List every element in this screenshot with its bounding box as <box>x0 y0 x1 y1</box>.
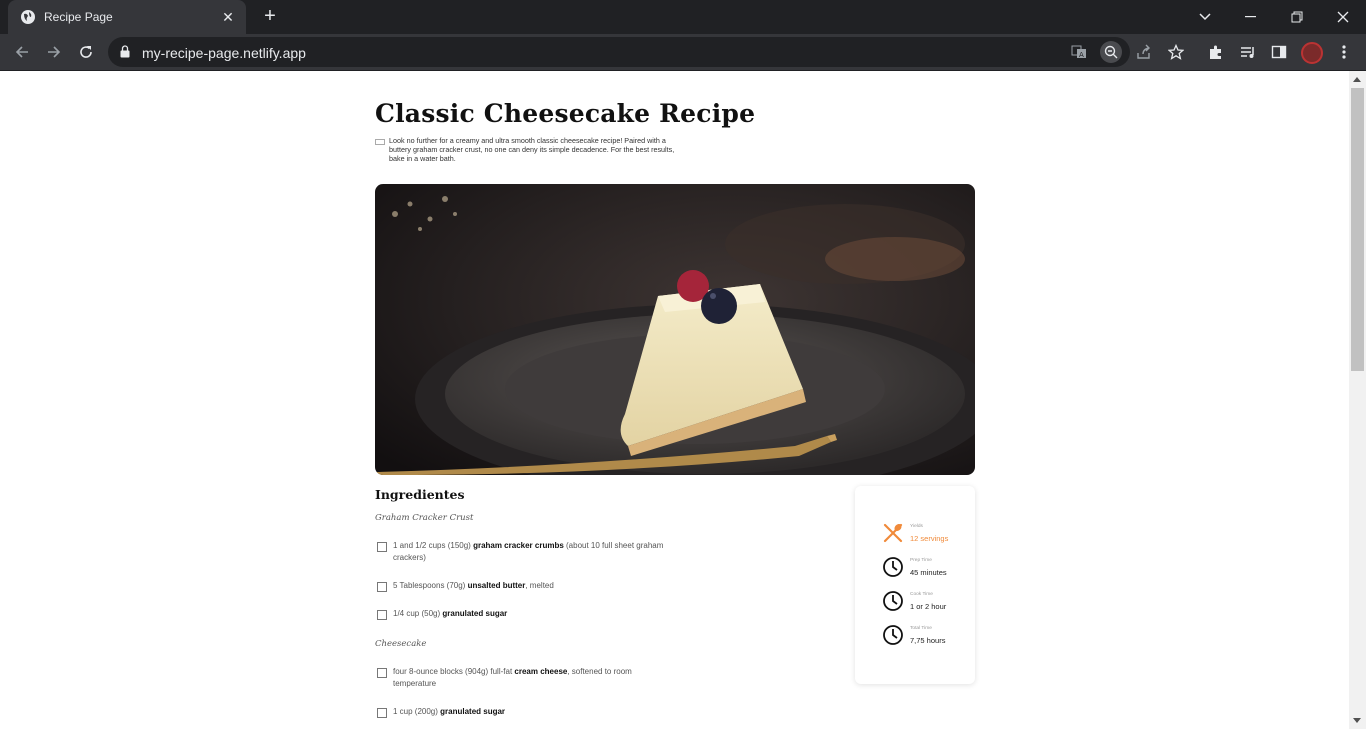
clock-icon <box>881 623 905 647</box>
stat-label: Cook Time <box>910 591 933 597</box>
stat-value: 7,75 hours <box>910 635 946 645</box>
stat-label: Yields <box>910 523 923 529</box>
new-tab-button[interactable]: + <box>259 5 281 27</box>
clock-icon <box>881 555 905 579</box>
recipe-intro: Look no further for a creamy and ultra s… <box>375 136 685 163</box>
translate-icon[interactable]: A <box>1068 41 1090 63</box>
profile-avatar[interactable] <box>1301 42 1323 64</box>
reload-icon[interactable] <box>74 40 98 64</box>
section-heading: Cheesecake <box>375 639 427 649</box>
globe-icon <box>20 9 36 25</box>
ingredient-item: 1 cup (200g) granulated sugar <box>377 707 677 718</box>
menu-kebab-icon[interactable] <box>1333 41 1355 63</box>
ingredient-item: 1/4 cup (50g) granulated sugar <box>377 609 677 620</box>
ingredients-title: Ingredientes <box>375 487 465 502</box>
ingredient-checkbox[interactable] <box>377 668 387 678</box>
clock-icon <box>881 589 905 613</box>
minimize-button[interactable] <box>1228 0 1274 34</box>
stat-cook-time: Cook Time 1 or 2 hour <box>881 589 946 613</box>
intro-image-icon <box>375 139 385 145</box>
ingredient-item: 1 and 1/2 cups (150g) graham cracker cru… <box>377 541 677 564</box>
stat-value: 1 or 2 hour <box>910 601 947 611</box>
tab-search-icon[interactable] <box>1182 0 1228 34</box>
tab-close-icon[interactable]: ✕ <box>220 9 236 26</box>
ingredient-checkbox[interactable] <box>377 708 387 718</box>
stat-label: Prep Time <box>910 557 932 563</box>
side-panel-icon[interactable] <box>1268 41 1290 63</box>
scroll-up-arrow-icon[interactable] <box>1353 77 1361 82</box>
browser-toolbar: my-recipe-page.netlify.app A <box>0 34 1366 71</box>
scroll-down-arrow-icon[interactable] <box>1353 718 1361 723</box>
back-arrow-icon[interactable] <box>10 40 34 64</box>
address-bar[interactable]: my-recipe-page.netlify.app A <box>108 37 1184 67</box>
close-window-button[interactable] <box>1320 0 1366 34</box>
restore-button[interactable] <box>1274 0 1320 34</box>
page-scrollbar[interactable] <box>1349 71 1366 729</box>
stat-value: 45 minutes <box>910 567 947 577</box>
stat-yields: Yields 12 servings <box>881 521 948 545</box>
page-viewport: Classic Cheesecake Recipe Look no furthe… <box>0 71 1349 729</box>
lock-icon[interactable] <box>120 45 130 63</box>
share-icon[interactable] <box>1133 41 1155 63</box>
section-heading: Graham Cracker Crust <box>375 513 474 523</box>
tab-title: Recipe Page <box>44 10 113 24</box>
stat-label: Total Time <box>910 625 932 631</box>
cheesecake-hero-image <box>375 184 975 475</box>
media-queue-icon[interactable] <box>1237 41 1259 63</box>
bookmark-star-icon[interactable] <box>1165 41 1187 63</box>
url-text[interactable]: my-recipe-page.netlify.app <box>142 45 306 61</box>
ingredient-checkbox[interactable] <box>377 542 387 552</box>
recipe-title: Classic Cheesecake Recipe <box>375 99 756 128</box>
tab-recipe-page[interactable]: Recipe Page ✕ <box>8 0 246 34</box>
intro-text: Look no further for a creamy and ultra s… <box>389 136 675 163</box>
extensions-puzzle-icon[interactable] <box>1205 41 1227 63</box>
ingredient-checkbox[interactable] <box>377 582 387 592</box>
stat-value: 12 servings <box>910 533 949 543</box>
recipe-info-card: Yields 12 servings Prep Time 45 minutes <box>855 486 975 684</box>
utensils-icon <box>881 521 905 545</box>
ingredient-item: 5 Tablespoons (70g) unsalted butter, mel… <box>377 581 677 592</box>
stat-total-time: Total Time 7,75 hours <box>881 623 945 647</box>
forward-arrow-icon[interactable] <box>42 40 66 64</box>
ingredient-checkbox[interactable] <box>377 610 387 620</box>
tab-bar: Recipe Page ✕ + <box>0 0 1366 34</box>
ingredient-item: four 8-ounce blocks (904g) full-fat crea… <box>377 667 677 690</box>
svg-text:A: A <box>1079 51 1084 59</box>
scrollbar-thumb[interactable] <box>1351 88 1364 371</box>
zoom-icon[interactable] <box>1100 41 1122 63</box>
stat-prep-time: Prep Time 45 minutes <box>881 555 947 579</box>
